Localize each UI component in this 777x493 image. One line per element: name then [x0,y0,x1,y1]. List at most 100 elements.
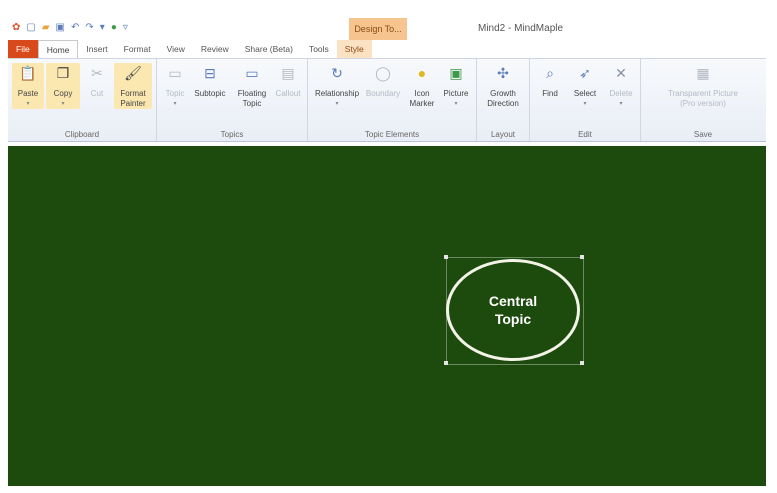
layout-group: ✣ Growth Direction Layout [477,59,530,141]
callout-icon: ▤ [281,65,295,81]
tab-file[interactable]: File [8,40,38,58]
relationship-dropdown-icon: ▾ [335,101,339,107]
resize-handle-bottom-right[interactable] [580,361,584,365]
paste-button[interactable]: 📋 Paste ▾ [12,63,44,109]
subtopic-label: Subtopic [194,89,226,98]
paste-icon: 📋 [19,65,37,81]
tab-tools[interactable]: Tools [301,40,337,58]
picture-dropdown-icon: ▾ [454,101,458,107]
growth-direction-button[interactable]: ✣ Growth Direction [481,63,525,109]
floating-topic-label-2: Topic [242,99,262,108]
central-topic[interactable]: Central Topic [446,259,580,361]
find-button[interactable]: ⌕ Find [536,63,564,99]
theme-icon[interactable]: ● [111,22,117,34]
tab-home[interactable]: Home [37,40,79,58]
topic-dropdown-icon: ▾ [173,101,177,107]
clipboard-group: 📋 Paste ▾ ❐ Copy ▾ ✂ Cut 🖌 Format Painte… [8,59,157,141]
central-topic-text-line-2: Topic [494,311,532,327]
copy-label: Copy [53,89,73,98]
tab-share[interactable]: Share (Beta) [237,40,301,58]
icon-marker-label-2: Marker [409,99,435,108]
icon-marker-button[interactable]: ● Icon Marker [406,63,438,109]
callout-button[interactable]: ▤ Callout [273,63,303,99]
app-window: ✿ ▢ ▰ ▣ ↶ ↷ ▾ ● ▿ Design To... Mind2 - M… [8,18,766,486]
boundary-button[interactable]: ◯ Boundary [364,63,402,99]
growth-direction-label-2: Direction [487,99,519,108]
resize-handle-top-right[interactable] [580,255,584,259]
delete-dropdown-icon: ▾ [619,101,623,107]
copy-dropdown-icon: ▾ [61,101,65,107]
paintbrush-icon: 🖌 [124,65,142,81]
growth-direction-icon: ✣ [497,65,509,81]
app-logo-icon: ✿ [12,22,21,33]
transparent-picture-label-2: (Pro version) [680,99,726,108]
topic-elements-group-label: Topic Elements [364,130,420,139]
boundary-label: Boundary [365,89,401,98]
ribbon-tabs: File Home Insert Format View Review Shar… [8,40,766,58]
cut-button[interactable]: ✂ Cut [84,63,110,99]
topic-elements-group: ↻ Relationship ▾ ◯ Boundary ● Icon Marke… [308,59,477,141]
delete-x-icon: ✕ [615,65,627,81]
copy-button[interactable]: ❐ Copy ▾ [46,63,80,109]
topic-label: Topic [165,89,185,98]
icon-marker-label-1: Icon [414,89,430,98]
tab-view[interactable]: View [159,40,193,58]
topics-group-label: Topics [220,130,244,139]
floating-topic-label-1: Floating [237,89,267,98]
edit-group-label: Edit [578,130,592,139]
tab-style[interactable]: Style [336,40,372,58]
select-dropdown-icon: ▾ [583,101,587,107]
transparent-picture-icon: ▦ [696,65,710,81]
save-group-label: Save [693,130,713,139]
new-file-icon[interactable]: ▢ [26,22,35,34]
resize-handle-top-left[interactable] [444,255,448,259]
redo-icon[interactable]: ↷ [85,22,93,34]
picture-button[interactable]: ▣ Picture ▾ [440,63,472,109]
undo-icon[interactable]: ↶ [71,22,79,34]
callout-label: Callout [275,89,301,98]
subtopic-icon: ⊟ [204,65,216,81]
topics-group: ▭ Topic ▾ ⊟ Subtopic ▭ Floating Topic ▤ … [157,59,308,141]
open-folder-icon[interactable]: ▰ [42,22,50,34]
mind-map-canvas[interactable] [8,146,766,486]
delete-button[interactable]: ✕ Delete ▾ [606,63,636,109]
format-painter-label-1: Format [120,89,146,98]
save-group: ▦ Transparent Picture (Pro version) Save [641,59,765,141]
tab-format[interactable]: Format [116,40,159,58]
transparent-picture-label-1: Transparent Picture [668,89,738,98]
relationship-icon: ↻ [331,65,343,81]
tab-review[interactable]: Review [193,40,237,58]
topic-button[interactable]: ▭ Topic ▾ [163,63,187,109]
floating-topic-button[interactable]: ▭ Floating Topic [233,63,271,109]
clipboard-group-label: Clipboard [64,130,100,139]
paste-label: Paste [17,89,39,98]
copy-icon: ❐ [56,65,70,81]
select-label: Select [573,89,597,98]
quick-access-toolbar: ✿ ▢ ▰ ▣ ↶ ↷ ▾ ● ▿ [12,22,128,34]
format-painter-button[interactable]: 🖌 Format Painter [114,63,152,109]
subtopic-button[interactable]: ⊟ Subtopic [191,63,229,99]
picture-icon: ▣ [449,65,463,81]
picture-label: Picture [443,89,469,98]
smiley-icon: ● [417,65,427,81]
resize-handle-bottom-left[interactable] [444,361,448,365]
edit-group: ⌕ Find ➶ Select ▾ ✕ Delete ▾ Edit [530,59,641,141]
topic-icon: ▭ [168,65,182,81]
relationship-button[interactable]: ↻ Relationship ▾ [312,63,362,109]
growth-direction-label-1: Growth [490,89,516,98]
magnifier-icon: ⌕ [546,65,554,81]
ribbon: 📋 Paste ▾ ❐ Copy ▾ ✂ Cut 🖌 Format Painte… [8,58,766,142]
floating-topic-icon: ▭ [245,65,259,81]
dropdown-arrow-icon[interactable]: ▾ [100,22,105,34]
tab-insert[interactable]: Insert [78,40,115,58]
layout-group-label: Layout [490,130,516,139]
customize-toolbar-icon[interactable]: ▿ [123,22,128,34]
cursor-icon: ➶ [579,65,591,81]
title-bar: ✿ ▢ ▰ ▣ ↶ ↷ ▾ ● ▿ Design To... Mind2 - M… [8,18,766,40]
select-button[interactable]: ➶ Select ▾ [570,63,600,109]
save-icon[interactable]: ▣ [56,22,65,34]
window-title: Mind2 - MindMaple [478,23,564,34]
delete-label: Delete [609,89,633,98]
paste-dropdown-icon: ▾ [26,101,30,107]
transparent-picture-button[interactable]: ▦ Transparent Picture (Pro version) [643,63,763,109]
